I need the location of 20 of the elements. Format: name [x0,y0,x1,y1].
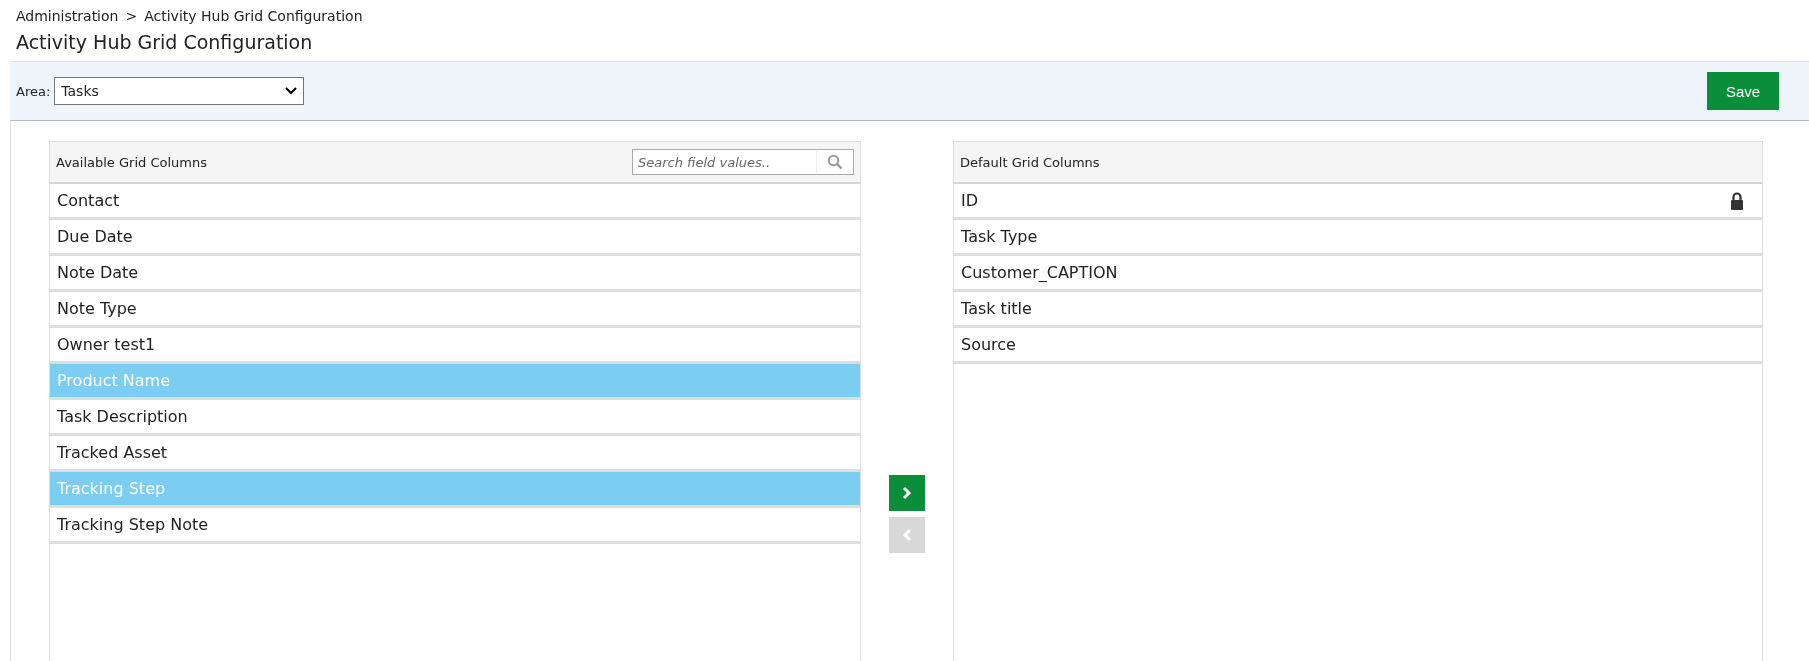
search-icon [827,154,843,170]
chevron-down-icon [285,87,298,95]
breadcrumb-link[interactable]: Administration [16,8,119,26]
move-right-button[interactable] [889,475,925,511]
save-button[interactable]: Save [1707,72,1779,110]
area-select[interactable]: Tasks [54,77,305,105]
area-label: Area: [16,83,51,99]
breadcrumb-current: Activity Hub Grid Configuration [144,8,363,26]
column-label: Task title [961,298,1032,320]
chevron-left-icon [901,528,913,542]
panel-heading: Available Grid Columns [56,154,207,170]
column-label: Customer_CAPTION [961,262,1118,284]
breadcrumb-separator: > [125,8,138,26]
search-field[interactable]: Search field values.. [632,149,854,175]
chevron-right-icon [901,486,913,500]
page-title: Activity Hub Grid Configuration [15,30,314,55]
panel-heading: Default Grid Columns [960,154,1100,170]
column-label: Source [961,334,1016,356]
column-label: Task Type [961,226,1038,248]
column-label: ID [961,190,979,212]
